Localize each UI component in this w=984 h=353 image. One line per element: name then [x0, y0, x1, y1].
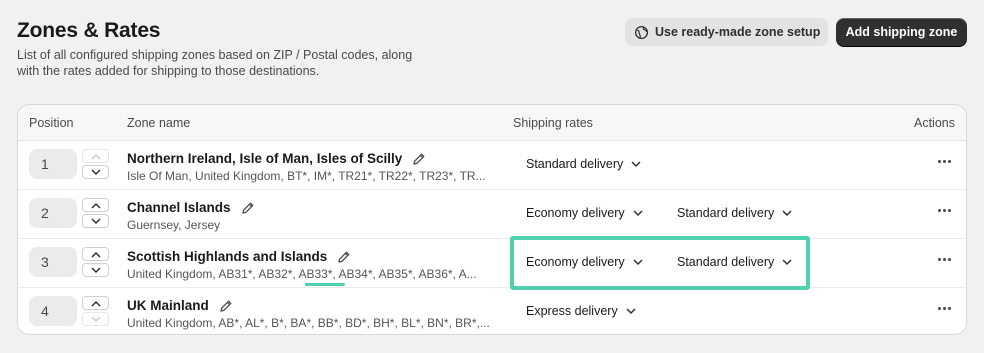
table-row: Scottish Highlands and Islands United Ki…: [18, 239, 966, 288]
position-stepper: [82, 247, 109, 277]
position-input[interactable]: [29, 247, 77, 277]
zone-regions: United Kingdom, AB31*, AB32*, AB33*, AB3…: [127, 267, 477, 281]
move-down-button[interactable]: [82, 263, 109, 277]
move-up-button[interactable]: [82, 149, 109, 163]
chevron-up-icon: [90, 153, 101, 160]
rate-label: Standard delivery: [526, 157, 624, 171]
chevron-down-icon: [90, 168, 101, 175]
table-row: Channel Islands Guernsey, Jersey Economy…: [18, 190, 966, 239]
row-actions-button[interactable]: [936, 153, 952, 169]
chevron-down-icon: [782, 258, 792, 265]
position-input[interactable]: [29, 149, 77, 179]
move-up-button[interactable]: [82, 247, 109, 261]
zone-name: Channel Islands: [127, 200, 255, 215]
chevron-up-icon: [90, 300, 101, 307]
row-actions-button[interactable]: [936, 251, 952, 267]
table-row: UK Mainland United Kingdom, AB*, AL*, B*…: [18, 288, 966, 334]
move-down-button[interactable]: [82, 312, 109, 326]
position-stepper: [82, 296, 109, 326]
move-down-button[interactable]: [82, 214, 109, 228]
zone-name-label: Northern Ireland, Isle of Man, Isles of …: [127, 151, 403, 166]
edit-pencil-icon[interactable]: [241, 201, 255, 215]
column-header-shipping-rates: Shipping rates: [513, 116, 593, 130]
rate-dropdown[interactable]: Economy delivery: [526, 206, 643, 220]
rate-label: Express delivery: [526, 304, 618, 318]
table-row: Northern Ireland, Isle of Man, Isles of …: [18, 141, 966, 190]
table-header: Position Zone name Shipping rates Action…: [18, 105, 966, 141]
chevron-down-icon: [631, 160, 641, 167]
row-actions-button[interactable]: [936, 300, 952, 316]
chevron-down-icon: [782, 209, 792, 216]
page-subtitle: List of all configured shipping zones ba…: [17, 48, 413, 78]
zone-name-label: Scottish Highlands and Islands: [127, 249, 328, 264]
edit-pencil-icon[interactable]: [337, 250, 351, 264]
rate-dropdown[interactable]: Economy delivery: [526, 255, 643, 269]
zone-name: Scottish Highlands and Islands: [127, 249, 351, 264]
chevron-up-icon: [90, 251, 101, 258]
page-title: Zones & Rates: [17, 19, 161, 42]
rate-dropdown[interactable]: Express delivery: [526, 304, 636, 318]
globe-icon: [634, 25, 649, 40]
move-up-button[interactable]: [82, 198, 109, 212]
edit-pencil-icon[interactable]: [219, 299, 233, 313]
zones-table: Position Zone name Shipping rates Action…: [17, 104, 967, 335]
chevron-down-icon: [90, 315, 101, 322]
chevron-down-icon: [633, 258, 643, 265]
chevron-up-icon: [90, 202, 101, 209]
position-input[interactable]: [29, 198, 77, 228]
rate-label: Economy delivery: [526, 255, 625, 269]
zone-name: Northern Ireland, Isle of Man, Isles of …: [127, 151, 426, 166]
add-shipping-zone-button[interactable]: Add shipping zone: [836, 18, 967, 46]
zone-name-label: Channel Islands: [127, 200, 231, 215]
position-stepper: [82, 149, 109, 179]
rate-dropdown[interactable]: Standard delivery: [677, 255, 792, 269]
rate-label: Standard delivery: [677, 206, 775, 220]
rate-dropdown[interactable]: Standard delivery: [526, 157, 641, 171]
chevron-down-icon: [633, 209, 643, 216]
edit-pencil-icon[interactable]: [412, 152, 426, 166]
row-actions-button[interactable]: [936, 202, 952, 218]
rate-label: Standard delivery: [677, 255, 775, 269]
position-stepper: [82, 198, 109, 228]
chevron-down-icon: [626, 307, 636, 314]
column-header-position: Position: [29, 116, 74, 130]
zone-regions: United Kingdom, AB*, AL*, B*, BA*, BB*, …: [127, 316, 490, 330]
column-header-actions: Actions: [914, 116, 955, 130]
position-input[interactable]: [29, 296, 77, 326]
ready-made-zone-setup-button[interactable]: Use ready-made zone setup: [625, 18, 828, 46]
chevron-down-icon: [90, 217, 101, 224]
column-header-zone-name: Zone name: [127, 116, 191, 130]
zone-regions: Guernsey, Jersey: [127, 218, 221, 232]
zone-name: UK Mainland: [127, 298, 233, 313]
chevron-down-icon: [90, 266, 101, 273]
zone-regions: Isle Of Man, United Kingdom, BT*, IM*, T…: [127, 169, 486, 183]
rate-label: Economy delivery: [526, 206, 625, 220]
zone-name-label: UK Mainland: [127, 298, 209, 313]
ready-made-zone-setup-label: Use ready-made zone setup: [655, 25, 821, 39]
rate-dropdown[interactable]: Standard delivery: [677, 206, 792, 220]
move-down-button[interactable]: [82, 165, 109, 179]
move-up-button[interactable]: [82, 296, 109, 310]
highlight-underline: [305, 283, 345, 286]
